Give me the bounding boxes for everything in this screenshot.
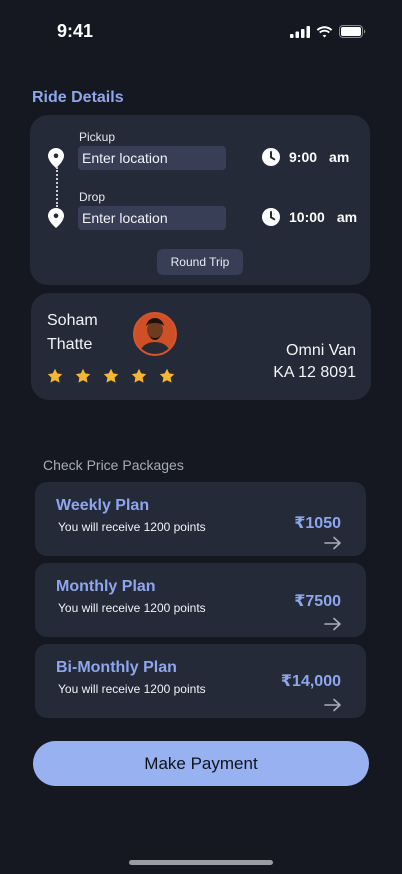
plan-name: Monthly Plan	[56, 578, 156, 595]
plan-name: Weekly Plan	[56, 497, 150, 514]
ride-details-title: Ride Details	[32, 89, 124, 106]
drop-time-ampm: am	[336, 209, 358, 225]
pickup-time-ampm: am	[329, 149, 350, 165]
round-trip-button[interactable]: Round Trip	[157, 249, 243, 275]
make-payment-button[interactable]: Make Payment	[33, 741, 369, 786]
pickup-pin-icon	[48, 148, 64, 168]
plan-price: ₹1050	[294, 515, 341, 532]
star-icon	[47, 368, 63, 383]
pickup-time[interactable]: 9:00 am	[262, 148, 349, 166]
plan-name: Bi-Monthly Plan	[56, 659, 177, 676]
star-icon	[131, 368, 147, 383]
avatar-image	[135, 314, 175, 354]
drop-pin-icon	[48, 208, 64, 228]
status-bar: 9:41	[0, 0, 402, 60]
arrow-right-icon[interactable]	[324, 698, 342, 712]
drop-label: Drop	[79, 190, 106, 204]
status-time: 9:41	[57, 21, 94, 41]
drop-time[interactable]: 10:00 am	[262, 208, 357, 226]
driver-avatar	[133, 312, 177, 356]
arrow-right-icon[interactable]	[324, 617, 342, 631]
pickup-time-value: 9:00	[289, 149, 318, 165]
plan-card-monthly[interactable]: Monthly Plan You will receive 1200 point…	[35, 563, 366, 637]
vehicle-plate: KA 12 8091	[273, 364, 356, 381]
clock-icon	[262, 148, 280, 166]
plan-price: ₹7500	[294, 593, 341, 610]
pickup-label: Pickup	[79, 130, 116, 144]
status-icons	[290, 25, 366, 38]
driver-first-name: Soham	[47, 312, 98, 329]
wifi-icon	[316, 25, 333, 37]
star-icon	[159, 368, 175, 383]
home-indicator[interactable]	[129, 860, 273, 865]
arrow-right-icon[interactable]	[324, 536, 342, 550]
driver-rating	[47, 368, 175, 384]
star-icon	[103, 368, 119, 383]
plan-card-weekly[interactable]: Weekly Plan You will receive 1200 points…	[35, 482, 366, 556]
plan-card-bi-monthly[interactable]: Bi-Monthly Plan You will receive 1200 po…	[35, 644, 366, 718]
plan-price: ₹14,000	[280, 673, 341, 690]
drop-time-value: 10:00	[289, 209, 325, 225]
battery-icon	[339, 25, 366, 38]
clock-icon	[262, 208, 280, 226]
plan-description: You will receive 1200 points	[58, 682, 206, 696]
route-line	[56, 167, 58, 207]
driver-name: Soham Thatte	[47, 309, 127, 357]
packages-title: Check Price Packages	[43, 457, 184, 473]
plan-description: You will receive 1200 points	[58, 601, 206, 615]
ride-details-card: Pickup 9:00 am Drop 10:00 am Round Trip	[30, 115, 370, 285]
drop-location-input[interactable]	[78, 206, 226, 230]
plan-description: You will receive 1200 points	[58, 520, 206, 534]
star-icon	[75, 368, 91, 383]
vehicle-model: Omni Van	[286, 342, 356, 359]
driver-last-name: Thatte	[47, 336, 93, 353]
pickup-location-input[interactable]	[78, 146, 226, 170]
driver-card: Soham Thatte Omni Van KA 12 8091	[31, 293, 371, 400]
cellular-signal-icon	[290, 25, 310, 38]
